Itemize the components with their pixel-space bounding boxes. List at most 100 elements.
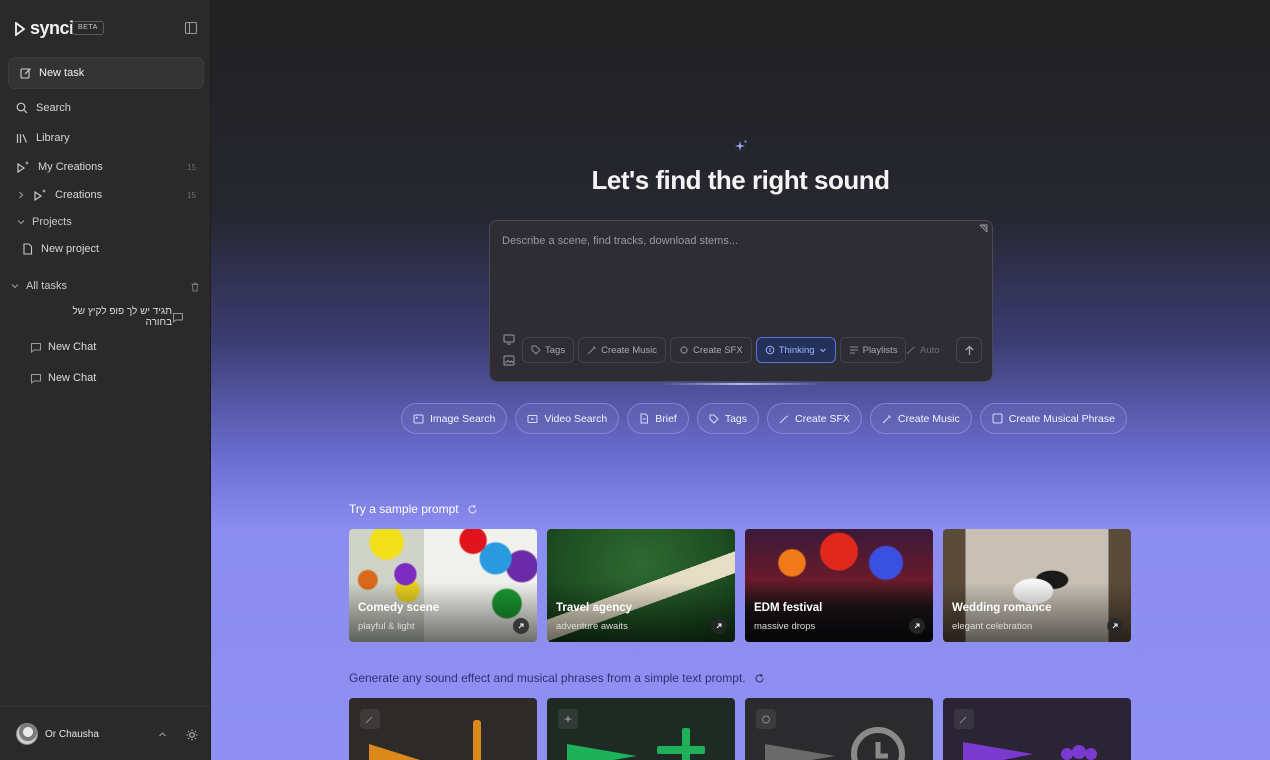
chat-icon [31, 373, 41, 384]
sidebar-item-creations[interactable]: Creations 15 [8, 183, 204, 207]
resize-grip-icon[interactable] [979, 224, 988, 233]
new-task-label: New task [39, 67, 85, 79]
create-music-tool-button[interactable]: Create Music [578, 337, 667, 363]
chip-label: Video Search [544, 412, 608, 425]
create-sfx-chip[interactable]: Create SFX [767, 403, 862, 434]
card-subtitle: massive drops [754, 621, 816, 632]
sfx-card[interactable] [547, 698, 735, 760]
open-sample-button[interactable] [909, 618, 925, 634]
sfx-card[interactable] [943, 698, 1131, 760]
sidebar-item-label: Creations [55, 189, 103, 201]
sparkle-icon [735, 140, 747, 151]
chat-icon [173, 312, 184, 323]
create-musical-phrase-chip[interactable]: Create Musical Phrase [979, 403, 1127, 434]
generate-title: Generate any sound effect and musical ph… [349, 671, 746, 685]
sidebar-item-my-creations[interactable]: My Creations 15 [8, 155, 204, 179]
send-button[interactable] [956, 337, 982, 363]
task-item[interactable]: New Chat [30, 366, 200, 390]
arrow-up-icon [964, 345, 974, 355]
sidebar-item-library[interactable]: Library [8, 126, 204, 150]
card-title: Wedding romance [952, 602, 1052, 614]
purple-shapes-icon [963, 742, 1097, 760]
new-project-button[interactable]: New project [8, 237, 204, 261]
tool-label: Thinking [778, 344, 815, 356]
refresh-icon[interactable] [467, 504, 478, 515]
image-search-chip[interactable]: Image Search [401, 403, 508, 434]
sample-card-wedding[interactable]: Wedding romance elegant celebration [943, 529, 1131, 642]
open-sample-button[interactable] [1107, 618, 1123, 634]
composer-tools: Tags Create Music Create SFX Thinking Pl… [522, 337, 907, 363]
library-icon [16, 134, 28, 143]
sfx-card[interactable] [745, 698, 933, 760]
sample-card-comedy[interactable]: Comedy scene playful & light [349, 529, 537, 642]
video-search-chip[interactable]: Video Search [515, 403, 620, 434]
sun-icon[interactable] [186, 729, 198, 741]
thinking-icon [765, 345, 774, 355]
projects-section-toggle[interactable]: Projects [17, 212, 72, 232]
sidebar-item-search[interactable]: Search [8, 96, 204, 120]
create-music-chip[interactable]: Create Music [869, 403, 972, 434]
sidebar: synci BETA New task Search Library My Cr… [0, 0, 211, 760]
composer-glow [661, 383, 821, 385]
app-logo[interactable]: synci [14, 18, 74, 39]
new-project-label: New project [41, 243, 100, 255]
task-title: New Chat [48, 372, 97, 384]
sfx-card[interactable] [349, 698, 537, 760]
playlist-icon [849, 346, 858, 354]
sample-card-travel[interactable]: Travel agency adventure awaits [547, 529, 735, 642]
tool-label: Tags [545, 344, 566, 356]
auto-mode-button[interactable]: Auto [906, 337, 940, 363]
image-upload-icon[interactable] [503, 355, 515, 366]
auto-label: Auto [920, 344, 940, 356]
tag-icon [709, 414, 719, 424]
refresh-icon[interactable] [754, 673, 765, 684]
sidebar-item-label: Library [36, 132, 70, 144]
document-icon [640, 413, 649, 424]
tags-chip[interactable]: Tags [696, 403, 760, 434]
chevron-up-icon[interactable] [158, 730, 167, 739]
green-shapes-icon [567, 728, 705, 760]
trash-icon[interactable] [190, 282, 200, 292]
chevron-down-icon [17, 220, 25, 225]
brief-chip[interactable]: Brief [627, 403, 689, 434]
main-area: Let's find the right sound Tags Create M… [211, 0, 1270, 760]
quick-actions: Image Search Video Search Brief Tags Cre… [401, 403, 1127, 434]
chevron-right-icon [19, 191, 24, 199]
prompt-input[interactable] [502, 235, 972, 325]
all-tasks-section-toggle[interactable]: All tasks [11, 276, 67, 296]
tool-label: Create Music [601, 344, 658, 356]
task-item[interactable]: New Chat [30, 335, 200, 359]
arrow-up-right-icon [518, 623, 524, 629]
avatar[interactable] [16, 723, 38, 745]
create-sfx-tool-button[interactable]: Create SFX [670, 337, 752, 363]
playlists-tool-button[interactable]: Playlists [839, 337, 907, 363]
chip-label: Image Search [430, 412, 496, 425]
task-item[interactable]: תגיד יש לך פופ לקיץ של בחורה [44, 306, 184, 328]
user-bar: Or Chausha [0, 706, 210, 760]
card-title: EDM festival [754, 602, 823, 614]
thinking-tool-button[interactable]: Thinking [755, 337, 836, 363]
open-sample-button[interactable] [711, 618, 727, 634]
sample-card-edm[interactable]: EDM festival massive drops [745, 529, 933, 642]
sfx-icon [680, 346, 689, 354]
chip-label: Create SFX [795, 412, 850, 425]
sfx-cards [349, 698, 1131, 760]
video-icon [527, 414, 538, 423]
open-sample-button[interactable] [513, 618, 529, 634]
creations-count: 15 [187, 162, 196, 172]
phrase-icon [992, 413, 1003, 424]
creations-sparkle-icon [34, 189, 46, 202]
image-icon [413, 414, 424, 423]
tags-tool-button[interactable]: Tags [522, 337, 575, 363]
logo-mark-icon [15, 21, 26, 36]
screen-icon[interactable] [503, 334, 515, 345]
music-wand-icon [882, 414, 891, 423]
creations-sparkle-icon [17, 161, 29, 174]
card-subtitle: playful & light [358, 621, 415, 632]
task-title: תגיד יש לך פופ לקיץ של בחורה [72, 306, 173, 328]
user-name[interactable]: Or Chausha [45, 729, 99, 740]
card-title: Comedy scene [358, 602, 440, 614]
new-task-button[interactable]: New task [8, 57, 204, 89]
task-title: New Chat [48, 341, 97, 353]
sidebar-toggle-icon[interactable] [184, 21, 198, 35]
